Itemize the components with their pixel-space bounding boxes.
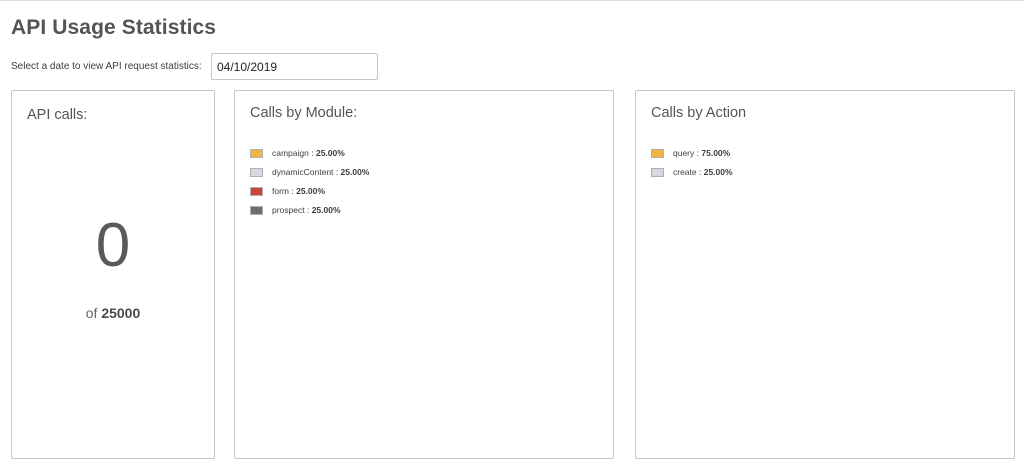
legend-text: create : 25.00% bbox=[673, 167, 733, 177]
legend-value: 25.00% bbox=[311, 205, 341, 215]
legend-label: dynamicContent : bbox=[272, 167, 339, 177]
legend-swatch bbox=[651, 168, 664, 177]
calls-by-action-panel: Calls by Action query : 75.00% create : … bbox=[635, 90, 1015, 459]
legend-label: form : bbox=[272, 186, 294, 196]
legend-value: 25.00% bbox=[340, 167, 370, 177]
legend-value: 75.00% bbox=[701, 148, 731, 158]
top-divider bbox=[0, 0, 1024, 1]
api-calls-limit: 25000 bbox=[101, 305, 141, 321]
legend-swatch bbox=[651, 149, 664, 158]
calls-by-action-title: Calls by Action bbox=[651, 105, 747, 121]
calls-by-module-panel: Calls by Module: campaign : 25.00% dynam… bbox=[234, 90, 614, 459]
legend-swatch bbox=[250, 168, 263, 177]
legend-text: dynamicContent : 25.00% bbox=[272, 167, 369, 177]
legend-label: campaign : bbox=[272, 148, 314, 158]
legend-text: campaign : 25.00% bbox=[272, 148, 345, 158]
legend-swatch bbox=[250, 149, 263, 158]
legend-label: query : bbox=[673, 148, 699, 158]
date-input[interactable] bbox=[211, 53, 378, 80]
api-calls-panel: API calls: 0 of 25000 bbox=[11, 90, 215, 459]
legend-swatch bbox=[250, 187, 263, 196]
api-calls-limit-line: of 25000 bbox=[12, 305, 214, 321]
date-label: Select a date to view API request statis… bbox=[11, 61, 202, 72]
of-word: of bbox=[85, 305, 98, 321]
legend-text: form : 25.00% bbox=[272, 186, 325, 196]
legend-text: query : 75.00% bbox=[673, 148, 730, 158]
api-calls-title: API calls: bbox=[27, 107, 88, 123]
legend-swatch bbox=[250, 206, 263, 215]
calls-by-module-title: Calls by Module: bbox=[250, 105, 358, 121]
api-calls-count: 0 bbox=[95, 211, 131, 280]
legend-label: create : bbox=[673, 167, 702, 177]
legend-value: 25.00% bbox=[296, 186, 325, 196]
legend-value: 25.00% bbox=[703, 167, 733, 177]
legend-label: prospect : bbox=[272, 205, 310, 215]
page-title: API Usage Statistics bbox=[11, 16, 217, 39]
legend-text: prospect : 25.00% bbox=[272, 205, 341, 215]
legend-value: 25.00% bbox=[315, 148, 345, 158]
